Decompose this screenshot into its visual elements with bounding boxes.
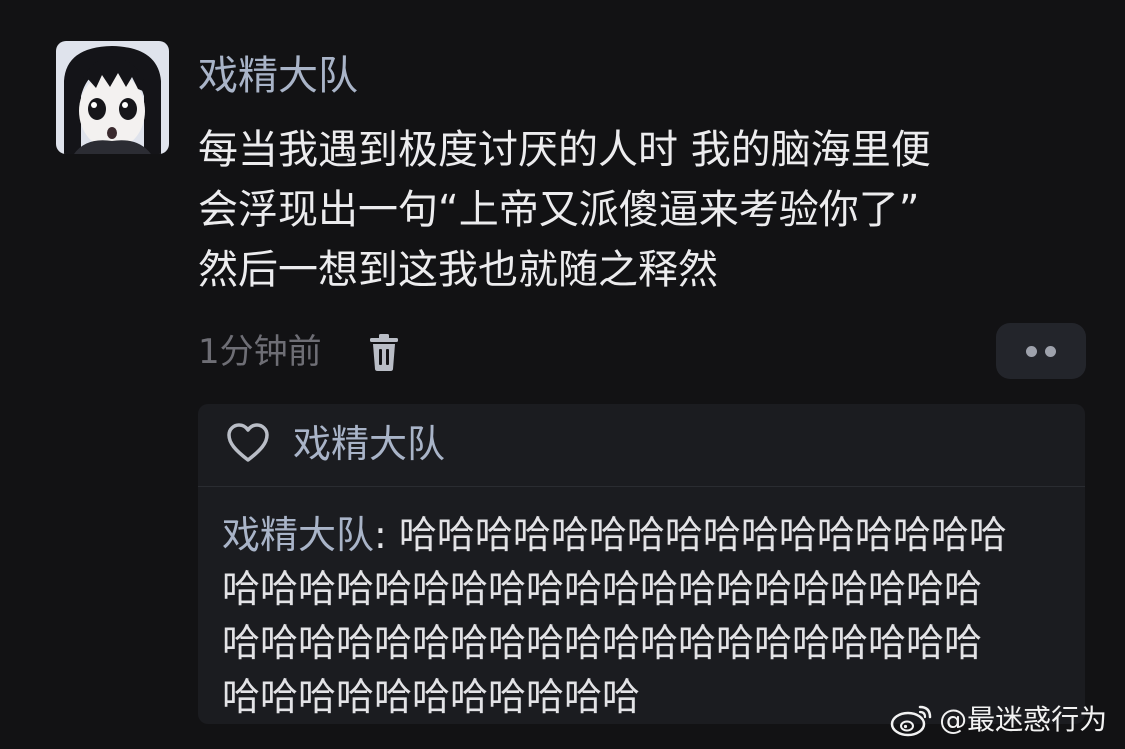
post-timestamp: 1分钟前 (198, 332, 322, 372)
liker-name[interactable]: 戏精大队 (293, 419, 445, 469)
more-dots-icon (1045, 346, 1056, 357)
post-text-line: 然后一想到这我也就随之释然 (198, 247, 718, 293)
post-username[interactable]: 戏精大队 (198, 50, 358, 102)
comment-text: : 哈哈哈哈哈哈哈哈哈哈哈哈哈哈哈哈 (374, 513, 1007, 557)
watermark-text: @最迷惑行为 (939, 703, 1108, 736)
like-button[interactable] (225, 422, 271, 464)
post-text-line: 每当我遇到极度讨厌的人时 我的脑海里便 (198, 127, 931, 173)
post-text-line: 会浮现出一句“上帝又派傻逼来考验你了” (198, 187, 920, 233)
watermark: @最迷惑行为 (890, 700, 1107, 744)
likes-row: 戏精大队 (198, 404, 1085, 487)
post-text: 每当我遇到极度讨厌的人时 我的脑海里便 会浮现出一句“上帝又派傻逼来考验你了” … (198, 120, 1098, 300)
delete-button[interactable] (366, 332, 402, 372)
weibo-logo-icon (890, 705, 932, 737)
trash-icon (370, 334, 398, 371)
more-dots-icon (1026, 346, 1037, 357)
comment-line: 戏精大队: 哈哈哈哈哈哈哈哈哈哈哈哈哈哈哈哈 (222, 508, 1082, 562)
comment-line: 哈哈哈哈哈哈哈哈哈哈哈哈哈哈哈哈哈哈哈哈 (222, 621, 983, 665)
more-options-button[interactable] (996, 323, 1086, 379)
comment-line: 哈哈哈哈哈哈哈哈哈哈哈哈哈哈哈哈哈哈哈哈 (222, 567, 983, 611)
heart-icon (227, 423, 269, 462)
anime-girl-avatar-icon (56, 41, 169, 154)
avatar[interactable] (56, 41, 169, 154)
comment-author[interactable]: 戏精大队 (222, 513, 374, 557)
interaction-box: 戏精大队 戏精大队: 哈哈哈哈哈哈哈哈哈哈哈哈哈哈哈哈 哈哈哈哈哈哈哈哈哈哈哈哈… (198, 404, 1085, 724)
comment: 戏精大队: 哈哈哈哈哈哈哈哈哈哈哈哈哈哈哈哈 哈哈哈哈哈哈哈哈哈哈哈哈哈哈哈哈哈… (222, 508, 1082, 724)
